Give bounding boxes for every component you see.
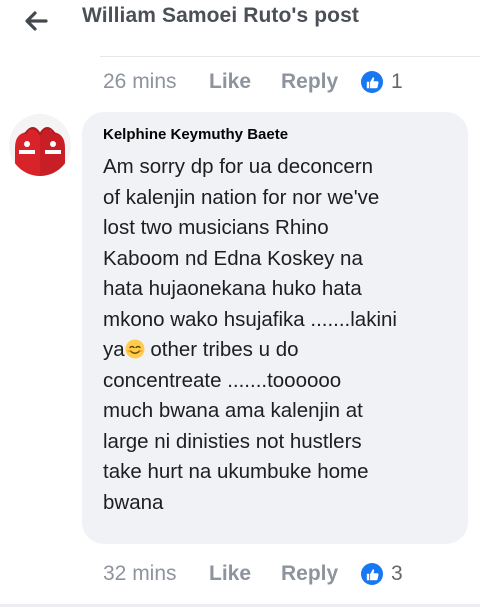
previous-comment-actions: 26 mins Like Reply 1 bbox=[103, 67, 403, 97]
like-button[interactable]: Like bbox=[209, 70, 281, 94]
back-arrow-icon bbox=[25, 11, 48, 31]
comment-timestamp: 32 mins bbox=[103, 562, 177, 585]
avatar[interactable] bbox=[9, 114, 71, 176]
reaction-count: 1 bbox=[391, 70, 403, 93]
thumbs-up-icon bbox=[361, 563, 383, 585]
comment-actions: 32 mins Like Reply 3 bbox=[103, 559, 403, 589]
comment-text-part1: Am sorry dp for ua deconcern of kalenjin… bbox=[103, 155, 397, 361]
reaction-summary[interactable]: 3 bbox=[361, 562, 403, 586]
like-button[interactable]: Like bbox=[209, 562, 281, 586]
reaction-summary[interactable]: 1 bbox=[361, 70, 403, 94]
top-bar: William Samoei Ruto's post bbox=[0, 0, 480, 44]
comment-text-part2: other tribes u do concentreate .......to… bbox=[103, 338, 369, 514]
comment-bubble: Kelphine Keymuthy Baete Am sorry dp for … bbox=[82, 112, 468, 544]
smiling-face-emoji-icon bbox=[125, 339, 145, 359]
thumbs-up-icon bbox=[361, 71, 383, 93]
page-title: William Samoei Ruto's post bbox=[82, 4, 359, 27]
back-button[interactable] bbox=[18, 6, 54, 36]
reaction-count: 3 bbox=[391, 562, 403, 585]
reply-button[interactable]: Reply bbox=[281, 562, 361, 586]
previous-comment-divider bbox=[100, 44, 480, 57]
comment-author[interactable]: Kelphine Keymuthy Baete bbox=[103, 126, 288, 143]
reply-button[interactable]: Reply bbox=[281, 70, 361, 94]
comment-text: Am sorry dp for ua deconcern of kalenjin… bbox=[103, 152, 455, 518]
comment-timestamp: 26 mins bbox=[103, 70, 177, 93]
profile-picture-icon bbox=[9, 114, 71, 176]
